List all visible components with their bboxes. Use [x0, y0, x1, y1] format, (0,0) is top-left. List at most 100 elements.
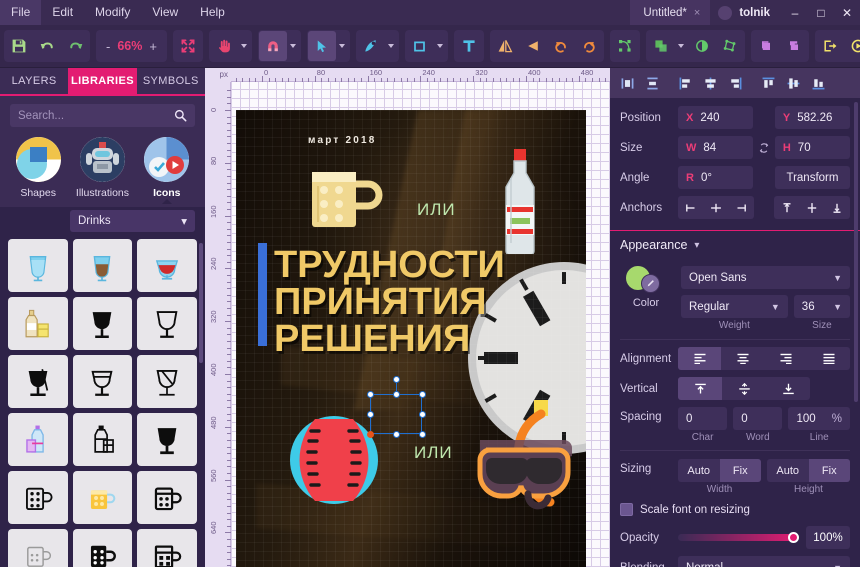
position-x-input[interactable]: X 240 [678, 106, 754, 129]
opacity-slider[interactable] [678, 531, 799, 543]
handle-top-center[interactable] [392, 390, 400, 398]
zoom-out-button[interactable]: - [101, 39, 115, 54]
icon-item-beer-mug-dots[interactable] [8, 471, 68, 524]
snap-magnet-button[interactable] [258, 31, 287, 61]
align-bottom-button[interactable] [806, 71, 830, 95]
opacity-knob[interactable] [788, 531, 799, 543]
menu-modify[interactable]: Modify [84, 0, 141, 25]
angle-input[interactable]: R 0° [678, 166, 754, 189]
artboard-title[interactable]: ТРУДНОСТИ ПРИНЯТИЯ РЕШЕНИЯ [274, 246, 564, 359]
anchor-top-button[interactable] [774, 196, 799, 219]
handle-middle-left[interactable] [366, 410, 374, 418]
font-size-dropdown[interactable]: 36 ▼ [793, 295, 850, 318]
icon-grid-scroll[interactable] [0, 239, 205, 567]
canvas-area[interactable]: март 2018 ИЛИ ТРУДНОСТИ ПРИНЯТИЯ РЕШЕНИЯ… [205, 68, 610, 567]
blending-dropdown[interactable]: Normal ▼ [678, 556, 850, 567]
rectangle-tool-button[interactable] [406, 31, 434, 61]
maximize-icon[interactable]: □ [808, 0, 834, 25]
document-tab[interactable]: Untitled* × [630, 0, 711, 25]
spacing-char-input[interactable]: 0 [678, 407, 728, 430]
user-account[interactable]: tolnik [710, 0, 782, 25]
library-shapes[interactable]: Shapes [9, 137, 67, 199]
align-text-center-button[interactable] [721, 347, 764, 370]
rotate-right-button[interactable] [575, 31, 603, 61]
icon-item-glass-beer-brown[interactable] [72, 239, 133, 292]
artboard-or-top[interactable]: ИЛИ [417, 200, 456, 220]
align-middle-vertical-button[interactable] [781, 71, 805, 95]
undo-button[interactable] [33, 31, 61, 61]
icon-item-bottle-glass-purple[interactable] [8, 413, 68, 466]
bottle-graphic[interactable] [498, 148, 542, 254]
chevron-down-icon[interactable] [385, 31, 398, 61]
tab-libraries[interactable]: LIBRARIES [68, 68, 137, 94]
color-swatches[interactable] [626, 266, 666, 294]
width-fix-button[interactable]: Fix [719, 459, 761, 482]
diving-mask-graphic[interactable] [476, 398, 586, 516]
search-input[interactable]: Search... [10, 104, 195, 127]
icon-item-beer-mug-bold[interactable] [137, 471, 197, 524]
icon-item-beer-mug-squares[interactable] [137, 529, 197, 567]
anchor-bottom-button[interactable] [825, 196, 850, 219]
width-auto-button[interactable]: Auto [678, 459, 720, 482]
icon-item-beer-mug-yellow[interactable] [72, 471, 133, 524]
align-left-button[interactable] [673, 71, 697, 95]
size-width-input[interactable]: W 84 [678, 136, 754, 159]
group-button[interactable] [752, 31, 780, 61]
align-center-horizontal-button[interactable] [698, 71, 722, 95]
edit-points-button[interactable] [611, 31, 639, 61]
flip-vertical-button[interactable] [519, 31, 547, 61]
anchor-middle-button[interactable] [799, 196, 824, 219]
ruler-unit[interactable]: px [205, 68, 231, 82]
anchor-right-button[interactable] [729, 196, 754, 219]
transform-button[interactable]: Transform [774, 166, 850, 189]
valign-middle-button[interactable] [722, 377, 766, 400]
flip-horizontal-button[interactable] [491, 31, 519, 61]
chevron-down-icon[interactable] [434, 31, 447, 61]
icon-item-bottle-with-glass[interactable] [8, 297, 68, 350]
vertical-ruler[interactable]: 080160240320400480560640720800 [205, 68, 231, 567]
height-fix-button[interactable]: Fix [808, 459, 850, 482]
beer-mug-graphic[interactable] [308, 162, 386, 240]
anchor-left-button[interactable] [678, 196, 703, 219]
handle-top-right[interactable] [418, 390, 426, 398]
tab-layers[interactable]: LAYERS [0, 68, 69, 94]
chevron-down-icon[interactable] [238, 31, 251, 61]
chevron-down-icon[interactable] [287, 31, 300, 61]
font-weight-dropdown[interactable]: Regular ▼ [681, 295, 788, 318]
artboard-date[interactable]: март 2018 [308, 135, 377, 146]
handle-bottom-center[interactable] [392, 430, 400, 438]
hand-tool-button[interactable] [210, 31, 238, 61]
color-control[interactable]: Color [620, 266, 672, 309]
export-button[interactable] [816, 31, 844, 61]
align-top-button[interactable] [756, 71, 780, 95]
horizontal-ruler[interactable]: -80080160240320400480560 [205, 68, 610, 82]
pen-tool-button[interactable] [357, 31, 385, 61]
menu-help[interactable]: Help [189, 0, 236, 25]
window-close-icon[interactable]: ✕ [834, 0, 860, 25]
menu-file[interactable]: File [0, 0, 42, 25]
menu-view[interactable]: View [141, 0, 189, 25]
close-icon[interactable]: × [694, 7, 700, 19]
link-ratio-icon[interactable] [753, 141, 775, 155]
baseball-graphic[interactable] [289, 415, 379, 505]
zoom-in-button[interactable]: + [144, 39, 162, 54]
anchor-center-horizontal-button[interactable] [703, 196, 728, 219]
artboard-accent-bar[interactable] [258, 243, 267, 346]
stroke-color-swatch[interactable] [641, 274, 660, 293]
font-family-dropdown[interactable]: Open Sans ▼ [681, 266, 850, 289]
handle-bottom-left[interactable] [366, 430, 374, 438]
rotation-handle[interactable] [392, 376, 400, 383]
spacing-word-input[interactable]: 0 [733, 407, 783, 430]
zoom-level[interactable]: 66% [115, 39, 144, 53]
preview-play-button[interactable] [844, 31, 860, 61]
spacing-line-input[interactable]: 100 % [788, 407, 850, 430]
icon-item-glass-water[interactable] [8, 239, 68, 292]
icon-item-wine-glass-filled[interactable] [72, 297, 133, 350]
align-text-justify-button[interactable] [807, 347, 850, 370]
align-right-button[interactable] [723, 71, 747, 95]
artboard-or-bottom[interactable]: ИЛИ [414, 443, 453, 463]
opacity-value[interactable]: 100% [806, 526, 850, 549]
chevron-down-icon[interactable] [675, 31, 688, 61]
ungroup-button[interactable] [780, 31, 808, 61]
left-panel-scrollbar[interactable] [199, 243, 203, 363]
